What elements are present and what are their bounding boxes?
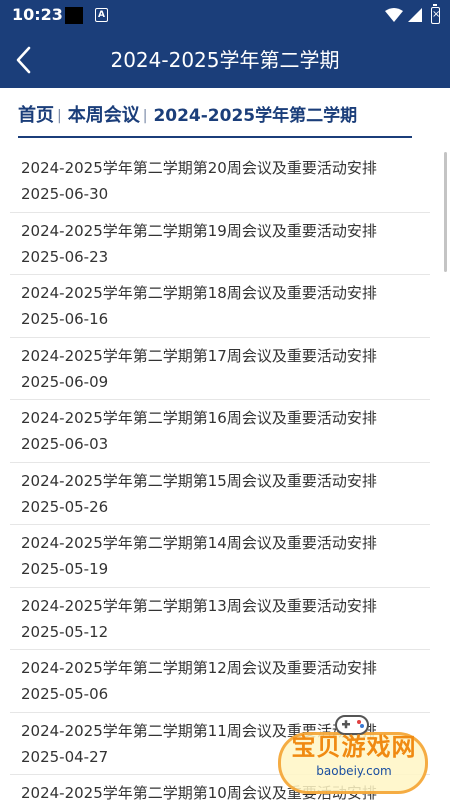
list-item[interactable]: 2024-2025学年第二学期第14周会议及重要活动安排 2025-05-19 — [10, 525, 430, 588]
list-item[interactable]: 2024-2025学年第二学期第11周会议及重要活动安排 2025-04-27 — [10, 713, 430, 775]
meeting-title: 2024-2025学年第二学期第18周会议及重要活动安排 — [21, 284, 377, 302]
breadcrumb-home[interactable]: 首页 — [18, 102, 54, 130]
meeting-date: 2025-06-03 — [21, 435, 109, 453]
meeting-title: 2024-2025学年第二学期第14周会议及重要活动安排 — [21, 534, 377, 552]
breadcrumb-current-semester[interactable]: 2024-2025学年第二学期 — [153, 102, 357, 130]
list-item[interactable]: 2024-2025学年第二学期第13周会议及重要活动安排 2025-05-12 — [10, 588, 430, 650]
list-item[interactable]: 2024-2025学年第二学期第10周会议及重要活动安排 — [10, 775, 430, 800]
list-item[interactable]: 2024-2025学年第二学期第20周会议及重要活动安排 2025-06-30 — [10, 150, 430, 213]
notification-letter-icon: A — [95, 8, 108, 22]
meeting-title: 2024-2025学年第二学期第16周会议及重要活动安排 — [21, 409, 377, 427]
meeting-list: 2024-2025学年第二学期第20周会议及重要活动安排 2025-06-30 … — [10, 150, 430, 800]
meeting-title: 2024-2025学年第二学期第19周会议及重要活动安排 — [21, 221, 377, 240]
meeting-title: 2024-2025学年第二学期第10周会议及重要活动安排 — [21, 784, 377, 800]
meeting-date: 2025-06-30 — [21, 185, 109, 203]
meeting-title: 2024-2025学年第二学期第13周会议及重要活动安排 — [21, 596, 377, 615]
list-item[interactable]: 2024-2025学年第二学期第15周会议及重要活动安排 2025-05-26 — [10, 463, 430, 525]
meeting-date: 2025-06-09 — [21, 372, 109, 391]
wifi-icon — [385, 8, 403, 22]
meeting-date: 2025-05-12 — [21, 622, 109, 641]
meeting-title: 2024-2025学年第二学期第12周会议及重要活动安排 — [21, 659, 377, 677]
meeting-date: 2025-05-19 — [21, 560, 109, 578]
breadcrumb-weekly-meetings[interactable]: 本周会议 — [68, 102, 140, 130]
meeting-date: 2025-05-26 — [21, 497, 109, 516]
signal-icon — [408, 8, 422, 22]
status-bar: 10:23 A — [0, 0, 450, 32]
list-item[interactable]: 2024-2025学年第二学期第17周会议及重要活动安排 2025-06-09 — [10, 338, 430, 400]
list-item[interactable]: 2024-2025学年第二学期第16周会议及重要活动安排 2025-06-03 — [10, 400, 430, 463]
meeting-date: 2025-04-27 — [21, 747, 109, 766]
breadcrumb-separator: | — [57, 108, 62, 124]
status-time: 10:23 — [12, 5, 63, 24]
meeting-title: 2024-2025学年第二学期第15周会议及重要活动安排 — [21, 471, 377, 490]
breadcrumb-separator: | — [142, 108, 148, 124]
breadcrumb: 首页 | 本周会议 | 2024-2025学年第二学期 — [18, 102, 412, 138]
notification-icon — [65, 7, 83, 24]
meeting-title: 2024-2025学年第二学期第17周会议及重要活动安排 — [21, 346, 377, 365]
meeting-date: 2025-05-06 — [21, 685, 109, 703]
list-item[interactable]: 2024-2025学年第二学期第18周会议及重要活动安排 2025-06-16 — [10, 275, 430, 338]
meeting-date: 2025-06-16 — [21, 310, 109, 328]
meeting-title: 2024-2025学年第二学期第11周会议及重要活动安排 — [21, 721, 377, 740]
list-item[interactable]: 2024-2025学年第二学期第12周会议及重要活动安排 2025-05-06 — [10, 650, 430, 713]
meeting-date: 2025-06-23 — [21, 247, 109, 266]
meeting-title: 2024-2025学年第二学期第20周会议及重要活动安排 — [21, 159, 377, 177]
page-title: 2024-2025学年第二学期 — [110, 48, 340, 72]
app-header: 2024-2025学年第二学期 — [0, 32, 450, 88]
scrollbar[interactable] — [444, 152, 447, 272]
list-item[interactable]: 2024-2025学年第二学期第19周会议及重要活动安排 2025-06-23 — [10, 213, 430, 275]
battery-icon — [431, 4, 440, 24]
